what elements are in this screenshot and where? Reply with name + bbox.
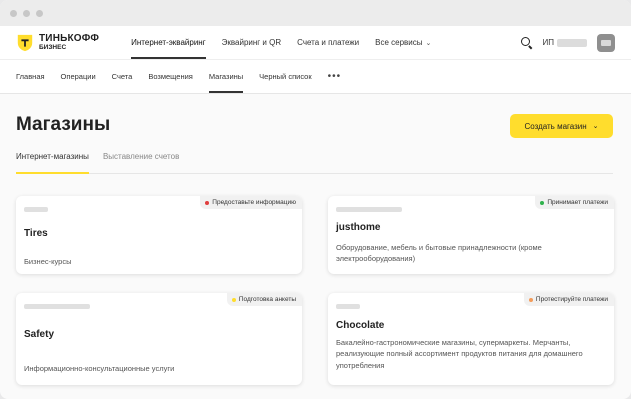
- tab-invoicing[interactable]: Выставление счетов: [103, 144, 179, 173]
- shield-logo-icon: [17, 34, 33, 51]
- store-card-safety[interactable]: Подготовка анкеты Safety Информационно-к…: [16, 293, 302, 385]
- topnav-item-accounts-payments[interactable]: Счета и платежи: [289, 26, 367, 59]
- status-badge: Подготовка анкеты: [226, 293, 302, 306]
- create-store-button-label: Создать магазин: [524, 121, 587, 131]
- logo-line-2: БИЗНЕС: [39, 43, 67, 51]
- page-title: Магазины: [16, 114, 111, 135]
- user-prefix: ИП: [542, 38, 555, 47]
- subnav-item-stores[interactable]: Магазины: [201, 60, 251, 93]
- create-store-button[interactable]: Создать магазин ⌄: [510, 114, 613, 138]
- status-badge: Принимает платежи: [535, 196, 614, 209]
- status-label: Подготовка анкеты: [238, 296, 296, 303]
- store-id-redacted: [24, 304, 90, 309]
- logo-line-1: ТИНЬКОФФ: [39, 32, 100, 44]
- store-name: Safety: [24, 329, 55, 340]
- subnav-item-accounts[interactable]: Счета: [104, 60, 141, 93]
- subnav-item-label: Главная: [16, 72, 45, 81]
- status-dot-icon: [205, 200, 210, 205]
- subnav-item-label: Магазины: [208, 72, 244, 81]
- store-id-redacted: [336, 304, 360, 309]
- topnav-item-acquiring-qr[interactable]: Эквайринг и QR: [214, 26, 290, 59]
- top-navigation: ТИНЬКОФФ БИЗНЕС Интернет-эквайринг Эквай…: [0, 26, 631, 60]
- subnav-item-home[interactable]: Главная: [8, 60, 53, 93]
- subnav-item-label: Черный список: [259, 72, 312, 81]
- status-dot-icon: [540, 200, 545, 205]
- search-icon[interactable]: [520, 36, 533, 49]
- store-description: Оборудование, мебель и бытовые принадлеж…: [336, 243, 542, 264]
- topnav-item-label: Счета и платежи: [297, 38, 360, 47]
- store-name: justhome: [336, 222, 381, 233]
- store-name: Tires: [24, 228, 48, 239]
- chevron-down-icon: ⌄: [425, 39, 432, 47]
- subnav-item-refunds[interactable]: Возмещения: [140, 60, 201, 93]
- chevron-down-icon: ⌄: [592, 123, 599, 130]
- store-card-tires[interactable]: Предоставьте информацию Tires Бизнес-кур…: [16, 196, 302, 274]
- subnav-item-blacklist[interactable]: Черный список: [251, 60, 319, 93]
- status-label: Принимает платежи: [547, 199, 608, 206]
- window-close-dot[interactable]: [10, 9, 17, 17]
- avatar[interactable]: [597, 33, 615, 52]
- user-menu[interactable]: ИП: [542, 38, 587, 47]
- subnav-item-operations[interactable]: Операции: [53, 60, 104, 93]
- store-card-justhome[interactable]: Принимает платежи justhome Оборудование,…: [328, 196, 614, 274]
- topnav-item-internet-acquiring[interactable]: Интернет-эквайринг: [123, 26, 213, 59]
- status-label: Предоставьте информацию: [212, 199, 296, 206]
- store-id-redacted: [336, 207, 402, 212]
- store-card-chocolate[interactable]: Протестируйте платежи Chocolate Бакалейн…: [328, 293, 614, 385]
- subnav-item-label: Счета: [111, 72, 133, 81]
- store-description: Бакалейно-гастрономические магазины, суп…: [336, 338, 583, 370]
- window-maximize-dot[interactable]: [36, 9, 43, 17]
- store-name: Chocolate: [336, 320, 385, 331]
- topnav-item-all-services[interactable]: Все сервисы ⌄: [367, 26, 439, 59]
- sub-navigation: Главная Операции Счета Возмещения Магази…: [0, 60, 631, 94]
- status-label: Протестируйте платежи: [535, 296, 608, 303]
- app-window: ТИНЬКОФФ БИЗНЕС Интернет-эквайринг Эквай…: [0, 0, 631, 399]
- store-description: Бизнес-курсы: [24, 257, 72, 266]
- more-menu-icon[interactable]: •••: [320, 60, 350, 93]
- window-minimize-dot[interactable]: [23, 9, 30, 17]
- brand-logo[interactable]: ТИНЬКОФФ БИЗНЕС: [16, 32, 100, 52]
- page-header: Магазины Создать магазин ⌄: [0, 94, 631, 144]
- status-badge: Протестируйте платежи: [523, 293, 614, 306]
- topnav-item-label: Все сервисы: [375, 38, 423, 47]
- topnav-item-label: Эквайринг и QR: [221, 38, 282, 47]
- subnav-item-label: Возмещения: [148, 72, 193, 81]
- status-badge: Предоставьте информацию: [200, 196, 302, 209]
- window-titlebar: [0, 0, 631, 26]
- status-dot-icon: [231, 297, 236, 302]
- topnav-item-label: Интернет-эквайринг: [131, 38, 206, 47]
- store-description: Информационно-консультационные услуги: [24, 364, 175, 373]
- store-type-tabs: Интернет-магазины Выставление счетов: [16, 144, 613, 174]
- status-dot-icon: [528, 297, 533, 302]
- subnav-item-label: Операции: [60, 72, 96, 81]
- tab-internet-stores[interactable]: Интернет-магазины: [16, 144, 89, 174]
- store-id-redacted: [24, 207, 48, 212]
- user-name-redacted: [557, 38, 587, 47]
